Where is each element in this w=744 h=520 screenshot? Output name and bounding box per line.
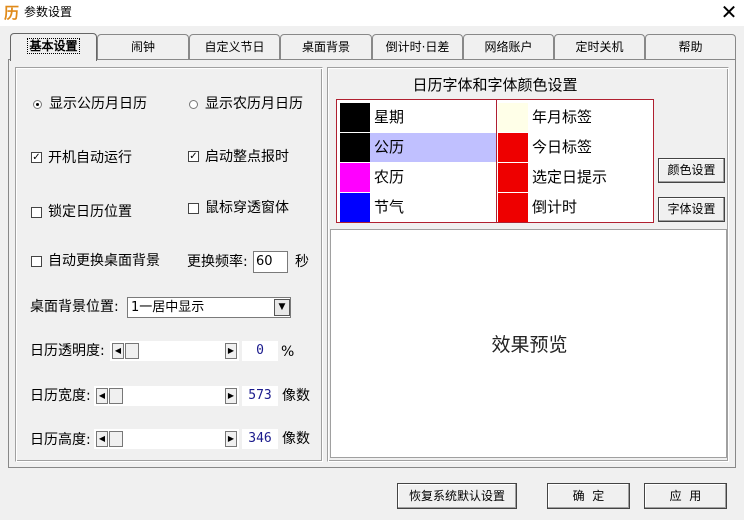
checkbox-mouse-through[interactable] bbox=[188, 203, 199, 214]
width-slider-thumb[interactable] bbox=[109, 388, 123, 404]
swatch-today[interactable] bbox=[498, 133, 528, 162]
radio-solar-calendar[interactable] bbox=[33, 100, 42, 109]
label-year-month[interactable]: 年月标签 bbox=[528, 103, 650, 132]
auto-wallpaper-label: 自动更换桌面背景 bbox=[48, 253, 160, 269]
label-selected-day[interactable]: 选定日提示 bbox=[528, 163, 650, 192]
height-slider-thumb[interactable] bbox=[109, 431, 123, 447]
width-value: 573 bbox=[242, 386, 278, 406]
arrow-left-icon[interactable]: ◀ bbox=[112, 343, 124, 359]
preview-text: 效果预览 bbox=[491, 334, 568, 356]
ok-button[interactable]: 确 定 bbox=[547, 483, 630, 509]
calendar-app-icon: 历 bbox=[4, 4, 20, 22]
transparency-slider[interactable]: ◀ ▶ bbox=[110, 341, 239, 361]
hourly-chime-label: 启动整点报时 bbox=[205, 149, 289, 165]
transparency-label: 日历透明度: bbox=[30, 343, 105, 359]
arrow-left-icon[interactable]: ◀ bbox=[96, 388, 108, 404]
width-slider[interactable]: ◀ ▶ bbox=[94, 386, 239, 406]
color-grid: 星期 年月标签 公历 今日标签 农历 选定日提示 节气 倒计时 bbox=[336, 99, 654, 223]
bg-position-label: 桌面背景位置: bbox=[30, 299, 119, 315]
arrow-left-icon[interactable]: ◀ bbox=[96, 431, 108, 447]
arrow-right-icon[interactable]: ▶ bbox=[225, 388, 237, 404]
radio-lunar-calendar[interactable] bbox=[189, 100, 198, 109]
tab-basic-settings[interactable]: 基本设置 bbox=[10, 33, 97, 61]
apply-button[interactable]: 应 用 bbox=[644, 483, 727, 509]
label-solar-selected[interactable]: 公历 bbox=[370, 133, 496, 162]
color-settings-button[interactable]: 颜色设置 bbox=[658, 158, 725, 183]
chevron-down-icon[interactable]: ▼ bbox=[274, 299, 290, 316]
tab-desktop-background[interactable]: 桌面背景 bbox=[280, 34, 372, 59]
radio-lunar-label: 显示农历月日历 bbox=[205, 96, 303, 112]
swatch-solar-term[interactable] bbox=[340, 193, 370, 222]
transparency-value: 0 bbox=[242, 341, 278, 361]
height-value: 346 bbox=[242, 429, 278, 449]
tab-network-account[interactable]: 网络账户 bbox=[463, 34, 554, 59]
arrow-right-icon[interactable]: ▶ bbox=[225, 343, 237, 359]
checkbox-auto-wallpaper[interactable] bbox=[31, 256, 42, 267]
width-unit: 像数 bbox=[282, 388, 310, 404]
close-icon[interactable]: ✕ bbox=[718, 1, 740, 23]
lock-position-label: 锁定日历位置 bbox=[48, 204, 132, 220]
swatch-solar[interactable] bbox=[340, 133, 370, 162]
swatch-lunar[interactable] bbox=[340, 163, 370, 192]
label-weekday[interactable]: 星期 bbox=[370, 103, 496, 132]
transparency-unit: % bbox=[281, 344, 295, 360]
label-solar-term[interactable]: 节气 bbox=[370, 193, 496, 222]
reset-defaults-button[interactable]: 恢复系统默认设置 bbox=[397, 483, 517, 509]
font-settings-button[interactable]: 字体设置 bbox=[658, 197, 725, 222]
tab-custom-holiday[interactable]: 自定义节日 bbox=[189, 34, 280, 59]
window-title: 参数设置 bbox=[24, 5, 73, 19]
grid-divider bbox=[496, 100, 497, 222]
checkbox-hourly-chime[interactable]: ✓ bbox=[188, 151, 199, 162]
autostart-label: 开机自动运行 bbox=[48, 150, 132, 166]
swatch-selected-day[interactable] bbox=[498, 163, 528, 192]
tab-countdown[interactable]: 倒计时·日差 bbox=[372, 34, 463, 59]
title-bar: 历 参数设置 ✕ bbox=[0, 0, 744, 26]
checkbox-lock-position[interactable] bbox=[31, 207, 42, 218]
bg-position-select[interactable]: 1一居中显示 bbox=[127, 297, 291, 318]
mouse-through-label: 鼠标穿透窗体 bbox=[205, 200, 289, 216]
checkbox-autostart[interactable]: ✓ bbox=[31, 152, 42, 163]
bg-position-value: 1一居中显示 bbox=[131, 300, 205, 315]
frequency-label: 更换频率: bbox=[187, 254, 248, 270]
frequency-input[interactable]: 60 bbox=[253, 251, 288, 273]
radio-solar-label: 显示公历月日历 bbox=[49, 96, 147, 112]
transparency-slider-thumb[interactable] bbox=[125, 343, 139, 359]
font-color-title: 日历字体和字体颜色设置 bbox=[412, 76, 578, 94]
arrow-right-icon[interactable]: ▶ bbox=[225, 431, 237, 447]
width-label: 日历宽度: bbox=[30, 388, 91, 404]
label-countdown[interactable]: 倒计时 bbox=[528, 193, 650, 222]
height-slider[interactable]: ◀ ▶ bbox=[94, 429, 239, 449]
height-label: 日历高度: bbox=[30, 432, 91, 448]
height-unit: 像数 bbox=[282, 431, 310, 447]
preview-panel: 效果预览 bbox=[330, 229, 727, 458]
swatch-countdown[interactable] bbox=[498, 193, 528, 222]
tab-alarm[interactable]: 闹钟 bbox=[97, 34, 189, 59]
frequency-unit: 秒 bbox=[295, 254, 309, 270]
swatch-weekday[interactable] bbox=[340, 103, 370, 132]
swatch-year-month[interactable] bbox=[498, 103, 528, 132]
label-today[interactable]: 今日标签 bbox=[528, 133, 650, 162]
tab-timed-shutdown[interactable]: 定时关机 bbox=[554, 34, 645, 59]
label-lunar[interactable]: 农历 bbox=[370, 163, 496, 192]
tab-help[interactable]: 帮助 bbox=[645, 34, 736, 59]
